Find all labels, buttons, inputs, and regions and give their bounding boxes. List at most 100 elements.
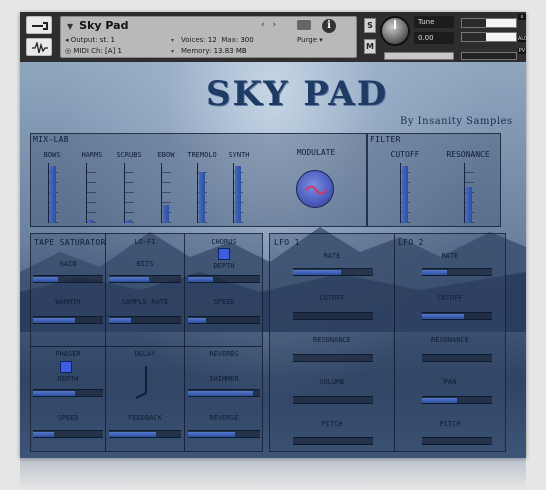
lfo2-cutoff-slider[interactable] — [422, 312, 492, 320]
chorus-speed-slider[interactable] — [188, 316, 260, 324]
fader-fill — [88, 220, 94, 223]
lfo1-cutoff-slider[interactable] — [293, 312, 373, 320]
output-dropdown-icon[interactable]: ▾ — [171, 37, 174, 44]
voices-value: 12 — [207, 36, 217, 44]
waveform-icon[interactable] — [26, 38, 52, 56]
fader-synth[interactable] — [233, 163, 243, 223]
modulate-button[interactable] — [296, 170, 334, 208]
mute-button[interactable]: M — [364, 39, 376, 54]
midi-dropdown-icon[interactable]: ▾ — [171, 48, 174, 55]
filter-cutoff-fader[interactable] — [400, 163, 410, 223]
lfo2-pan-slider[interactable] — [422, 396, 492, 404]
lfo2-pitch-label: PITCH — [439, 420, 461, 428]
chorus-depth-slider[interactable] — [188, 275, 260, 283]
purge-label: Purge — [297, 36, 318, 44]
delay-label: DELAY — [134, 350, 156, 358]
fader-label-harms: HARMS — [81, 151, 103, 159]
filter-resonance-fader[interactable] — [464, 163, 474, 223]
chorus-label: CHORUS — [211, 238, 237, 246]
purge-button[interactable]: Purge ▾ — [297, 36, 323, 44]
collapse-arrow-icon[interactable]: ▼ — [67, 22, 73, 31]
lfo1-pitch-slider[interactable] — [293, 437, 373, 445]
tape-saturator-label: TAPE SATURATOR — [34, 238, 106, 247]
voices-label: Voices: — [181, 36, 206, 44]
max-value[interactable]: 300 — [240, 36, 253, 44]
fader-label-bows: BOWS — [43, 151, 61, 159]
fader-bows[interactable] — [48, 163, 58, 223]
fader-scrubs[interactable] — [124, 163, 134, 223]
wrench-icon[interactable] — [26, 16, 52, 34]
meter-fill — [462, 19, 487, 27]
volume-slider[interactable] — [461, 52, 517, 60]
lfo-divider — [394, 234, 395, 451]
sine-wave-icon — [305, 185, 327, 195]
mixlab-label: MIX-LAB — [33, 135, 69, 144]
output-row[interactable]: ◂ Output: st. 1 — [65, 36, 115, 44]
phaser-depth-slider[interactable] — [33, 389, 103, 397]
solo-button[interactable]: S — [364, 18, 376, 33]
filter-panel — [367, 133, 501, 227]
chorus-speed-label: SPEED — [213, 298, 235, 306]
slider-fill — [33, 391, 75, 396]
warmth-slider[interactable] — [33, 316, 103, 324]
tune-label: Tune — [414, 16, 454, 28]
gain-slider[interactable] — [33, 275, 103, 283]
pan-slider[interactable] — [384, 52, 454, 60]
pv-button[interactable]: PV — [518, 48, 526, 54]
aux-button[interactable]: AUX — [518, 36, 529, 42]
slider-fill — [422, 314, 464, 319]
reverse-slider[interactable] — [188, 430, 260, 438]
lfo1-volume-slider[interactable] — [293, 396, 373, 404]
lfo2-label: LFO 2 — [398, 238, 424, 247]
shimmer-slider[interactable] — [188, 389, 260, 397]
fader-label-scrubs: SCRUBS — [116, 151, 142, 159]
phaser-label: PHASER — [55, 350, 81, 358]
sample-rate-slider[interactable] — [109, 316, 181, 324]
tune-knob[interactable] — [380, 16, 410, 46]
fader-harms[interactable] — [86, 163, 96, 223]
max-label: Max: — [221, 36, 239, 44]
fader-tremolo[interactable] — [197, 163, 207, 223]
phaser-speed-slider[interactable] — [33, 430, 103, 438]
slider-fill — [188, 277, 214, 282]
chorus-toggle[interactable] — [218, 248, 230, 260]
slider-fill — [188, 432, 235, 437]
gain-label: GAIN — [59, 260, 77, 268]
lfo2-rate-label: RATE — [441, 252, 459, 260]
chorus-depth-label: DEPTH — [213, 262, 235, 270]
modulate-label: MODULATE — [296, 148, 336, 157]
slider-fill — [422, 398, 457, 403]
lfo1-label: LFO 1 — [274, 238, 300, 247]
slider-fill — [188, 318, 206, 323]
phaser-toggle[interactable] — [60, 361, 72, 373]
info-icon[interactable]: i — [322, 19, 336, 33]
output-label: Output: — [70, 36, 98, 44]
lfo2-resonance-slider[interactable] — [422, 354, 492, 362]
warmth-label: WARMTH — [55, 298, 81, 306]
output-meter-left — [461, 18, 517, 28]
lfo2-pitch-slider[interactable] — [422, 437, 492, 445]
delay-time-icon[interactable] — [132, 365, 158, 399]
instrument-byline: By Insanity Samples — [400, 116, 513, 127]
fader-ebow[interactable] — [161, 163, 171, 223]
camera-icon[interactable] — [297, 20, 311, 30]
bits-slider[interactable] — [109, 275, 181, 283]
lfo1-rate-slider[interactable] — [293, 268, 373, 276]
phaser-speed-label: SPEED — [57, 414, 79, 422]
meter-fill — [462, 33, 487, 41]
feedback-slider[interactable] — [109, 430, 181, 438]
filter-label: FILTER — [370, 135, 401, 144]
lfo1-volume-label: VOLUME — [319, 378, 345, 386]
feedback-label: FEEDBACK — [128, 414, 162, 422]
instrument-name-text: Sky Pad — [79, 19, 129, 32]
preset-nav-arrows[interactable]: ‹› — [261, 20, 284, 30]
lfo1-resonance-slider[interactable] — [293, 354, 373, 362]
midi-row[interactable]: ◎ MIDI Ch: [A] 1 — [65, 47, 122, 55]
instrument-name[interactable]: ▼ Sky Pad — [67, 19, 128, 32]
fader-fill — [402, 166, 408, 223]
effects-divider — [184, 234, 185, 451]
fader-fill — [50, 166, 56, 223]
tune-value[interactable]: 0.00 — [414, 32, 454, 44]
close-button[interactable]: x — [518, 14, 526, 20]
lfo2-rate-slider[interactable] — [422, 268, 492, 276]
